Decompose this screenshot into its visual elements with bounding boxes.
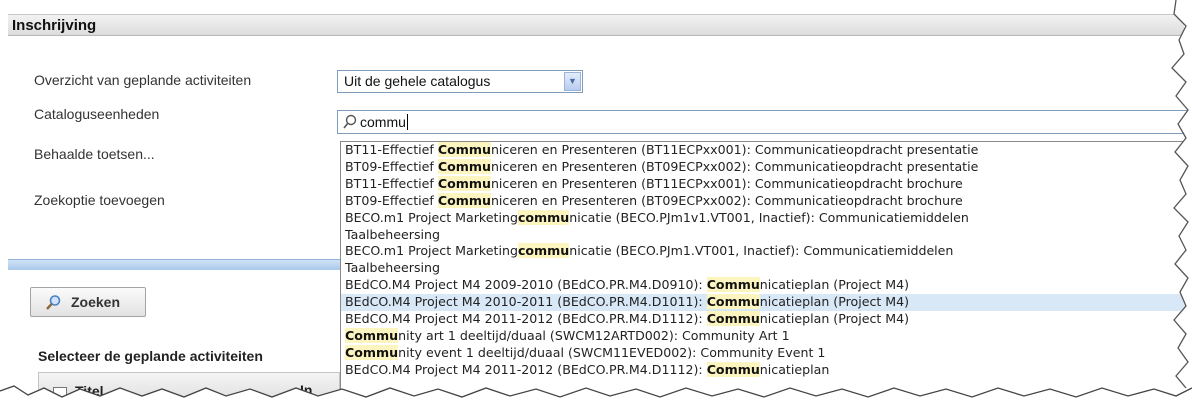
- result-item[interactable]: Taalbeheersing: [341, 227, 1192, 244]
- chevron-down-icon[interactable]: ▼: [564, 72, 581, 91]
- result-item[interactable]: Community event 1 deeltijd/duaal (SWCM11…: [341, 344, 1192, 362]
- result-text: BEdCO.M4 Project M4 2011-2012 (BEdCO.PR.…: [345, 311, 707, 327]
- result-text: BT11-Effectief: [345, 175, 438, 191]
- search-icon: [343, 114, 357, 129]
- result-match: Commu: [706, 311, 760, 327]
- result-item[interactable]: BEdCO.M4 Project M4 2011-2012 (BEdCO.PR.…: [341, 311, 1192, 328]
- result-text: Taalbeheersing: [345, 226, 440, 242]
- result-match: Commu: [706, 277, 760, 293]
- result-match: Commu: [437, 192, 491, 208]
- result-item[interactable]: BECO.m1 Project Marketingcommunicatie (B…: [341, 209, 1192, 227]
- result-text: BEdCO.M4 Project M4 2011-2012 (BEdCO.PR.…: [345, 361, 707, 377]
- catalog-search-input[interactable]: commu: [337, 110, 1192, 134]
- result-text: nicatieplan (Project M4): [759, 294, 910, 310]
- result-item[interactable]: BEdCO.M4 Project M4 2010-2011 (BEdCO.PR.…: [341, 294, 1192, 312]
- result-match: Commu: [345, 344, 399, 360]
- overview-select[interactable]: Uit de gehele catalogus ▼: [337, 70, 583, 93]
- result-text: BECO.m1 Project Marketing: [345, 243, 518, 259]
- result-item[interactable]: BEdCO.M4 Project M4 2011-2012 (BEdCO.PR.…: [341, 361, 1192, 379]
- add-search-option-label[interactable]: Zoekoptie toevoegen: [34, 192, 165, 208]
- result-text: niceren en Presenteren (BT11ECPxx001): C…: [490, 175, 963, 191]
- section-divider: [8, 259, 340, 270]
- result-text: BECO.m1 Project Marketing: [345, 209, 518, 225]
- overview-label: Overzicht van geplande activiteiten: [34, 72, 252, 88]
- result-text: BEdCO.M4 Project M4 2010-2011 (BEdCO.PR.…: [345, 294, 707, 310]
- result-match: Commu: [437, 158, 491, 174]
- table-header: Titel: [38, 372, 340, 403]
- result-text: niceren en Presenteren (BT09ECPxx002): C…: [490, 192, 963, 208]
- select-all-checkbox[interactable]: [53, 387, 67, 401]
- result-text: nicatie (BECO.PJm1.VT001, Inactief): Com…: [569, 243, 954, 259]
- text-caret: [406, 114, 408, 130]
- search-icon: [46, 295, 61, 310]
- result-match: Commu: [437, 175, 491, 191]
- result-text: nity event 1 deeltijd/duaal (SWCM11EVED0…: [398, 344, 826, 360]
- result-text: nity art 1 deeltijd/duaal (SWCM12ARTD002…: [398, 327, 790, 343]
- search-button-label: Zoeken: [71, 294, 121, 310]
- passed-tests-link[interactable]: Behaalde toetsen...: [34, 146, 155, 162]
- search-value: commu: [360, 114, 406, 130]
- panel-title: Inschrijving: [8, 14, 1184, 36]
- autocomplete-results[interactable]: BT11-Effectief Communiceren en Presenter…: [340, 141, 1192, 403]
- result-match: commu: [517, 243, 570, 259]
- result-text: nicatieplan (Project M4): [759, 311, 910, 327]
- column-in-header[interactable]: In: [300, 382, 312, 398]
- result-item[interactable]: BT09-Effectief Communiceren en Presenter…: [341, 158, 1192, 176]
- catalog-label: Cataloguseenheden: [34, 106, 160, 122]
- result-item[interactable]: BT09-Effectief Communiceren en Presenter…: [341, 192, 1192, 210]
- search-button[interactable]: Zoeken: [30, 287, 146, 317]
- result-match: Commu: [706, 361, 760, 377]
- result-item[interactable]: Taalbeheersing: [341, 260, 1192, 277]
- result-item[interactable]: Community art 1 deeltijd/duaal (SWCM12AR…: [341, 327, 1192, 345]
- result-text: nicatieplan: [759, 361, 830, 377]
- result-match: Commu: [437, 142, 491, 157]
- result-text: BT09-Effectief: [345, 158, 438, 174]
- result-text: BEdCO.M4 Project M4 2009-2010 (BEdCO.PR.…: [345, 277, 707, 293]
- result-text: niceren en Presenteren (BT11ECPxx001): C…: [490, 142, 979, 157]
- result-text: BT09-Effectief: [345, 192, 438, 208]
- result-text: Taalbeheersing: [345, 260, 440, 276]
- result-item[interactable]: BEdCO.M4 Project M4 2009-2010 (BEdCO.PR.…: [341, 277, 1192, 294]
- result-text: BT11-Effectief: [345, 142, 438, 157]
- result-item[interactable]: BT11-Effectief Communiceren en Presenter…: [341, 175, 1192, 193]
- result-match: Commu: [345, 327, 399, 343]
- result-text: nicatie (BECO.PJm1v1.VT001, Inactief): C…: [569, 209, 969, 225]
- column-title-header[interactable]: Titel: [75, 383, 104, 399]
- result-text: nicatieplan (Project M4): [759, 277, 910, 293]
- result-match: Commu: [706, 294, 760, 310]
- result-item[interactable]: BT11-Effectief Communiceren en Presenter…: [341, 142, 1192, 159]
- result-item[interactable]: BECO.m1 Project Marketingcommunicatie (B…: [341, 243, 1192, 260]
- result-match: commu: [517, 209, 570, 225]
- overview-select-value: Uit de gehele catalogus: [344, 73, 491, 89]
- result-text: niceren en Presenteren (BT09ECPxx002): C…: [490, 158, 979, 174]
- selection-title: Selecteer de geplande activiteiten: [38, 348, 263, 364]
